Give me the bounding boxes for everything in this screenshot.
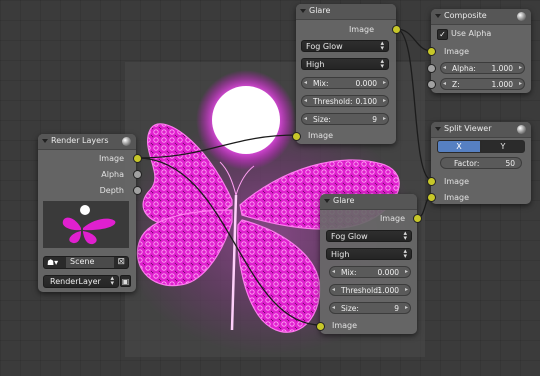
decrement-arrow-icon[interactable]: ◂ [304, 115, 307, 122]
preview-sphere-icon[interactable] [517, 12, 526, 21]
composite-alpha-socket[interactable] [427, 64, 436, 73]
node-title: Glare [333, 196, 355, 205]
updown-arrows-icon: ▴ ▾ [403, 247, 407, 260]
increment-arrow-icon[interactable]: ▸ [405, 286, 408, 293]
updown-arrows-icon: ▴ ▾ [110, 274, 114, 287]
split-image2-socket[interactable] [427, 193, 436, 202]
composite-node-header[interactable]: Composite [431, 9, 531, 25]
size-field[interactable]: ◂ Size: 9 ▸ [301, 113, 389, 125]
node-title: Glare [309, 6, 331, 15]
output-image-label: Image [348, 25, 374, 34]
split-image1-socket[interactable] [427, 177, 436, 186]
collapse-arrow-icon[interactable] [435, 127, 441, 131]
quality-dropdown[interactable]: High ▴ ▾ [326, 248, 412, 260]
split-viewer-node-header[interactable]: Split Viewer [431, 122, 531, 138]
use-alpha-label: Use Alpha [451, 29, 492, 38]
preview-sphere-icon[interactable] [122, 137, 131, 146]
composite-image-socket[interactable] [427, 47, 436, 56]
glare-node-header[interactable]: Glare [296, 4, 396, 20]
glare-node-header[interactable]: Glare [320, 194, 417, 210]
threshold-field[interactable]: ◂ Threshold: 0.100 ▸ [301, 95, 389, 107]
collapse-arrow-icon[interactable] [42, 139, 48, 143]
output-image-socket[interactable] [133, 154, 142, 163]
increment-arrow-icon[interactable]: ▸ [405, 304, 408, 311]
updown-arrows-icon: ▴ ▾ [380, 57, 384, 70]
decrement-arrow-icon[interactable]: ◂ [443, 80, 446, 87]
collapse-arrow-icon[interactable] [324, 199, 330, 203]
input-image-label: Image [308, 131, 334, 140]
split-viewer-node[interactable]: Split Viewer X Y Factor: 50 Image Image [427, 122, 531, 204]
output-depth-socket[interactable] [133, 186, 142, 195]
factor-field[interactable]: Factor: 50 [440, 157, 522, 169]
render-layers-node-header[interactable]: Render Layers [38, 134, 136, 150]
render-layers-node[interactable]: Render Layers Image Alpha Depth ☗▾ Scene… [38, 134, 142, 292]
split-image1-label: Image [444, 177, 470, 186]
render-camera-icon[interactable]: ▣ [120, 275, 131, 287]
scene-icon[interactable]: ☗▾ [47, 258, 58, 267]
preview-sphere-icon[interactable] [517, 125, 526, 134]
input-image-socket[interactable] [292, 132, 301, 141]
node-title: Composite [444, 11, 487, 20]
scene-name-field[interactable]: Scene [66, 257, 114, 268]
split-image2-label: Image [444, 193, 470, 202]
increment-arrow-icon[interactable]: ▸ [383, 97, 386, 104]
output-image-socket[interactable] [392, 25, 401, 34]
node-title: Render Layers [51, 136, 109, 145]
output-image-label: Image [379, 214, 405, 223]
input-image-label: Image [332, 321, 358, 330]
glare-node-top[interactable]: Glare Image Fog Glow ▴ ▾ High ▴ ▾ ◂ Mix: 0… [292, 4, 401, 144]
increment-arrow-icon[interactable]: ▸ [519, 64, 522, 71]
split-axis-x-button[interactable]: X [437, 140, 481, 153]
updown-arrows-icon: ▴ ▾ [380, 39, 384, 52]
threshold-field[interactable]: ◂ Threshold: 1.000 ▸ [329, 284, 411, 296]
alpha-field[interactable]: ◂ Alpha: 1.000 ▸ [440, 62, 525, 74]
node-title: Split Viewer [444, 124, 492, 133]
composite-image-label: Image [444, 47, 470, 56]
render-layer-dropdown[interactable]: RenderLayer ▴ ▾ [43, 275, 119, 288]
glare-node-bottom[interactable]: Glare Image Fog Glow ▴ ▾ High ▴ ▾ ◂ Mix: 0… [316, 194, 422, 334]
decrement-arrow-icon[interactable]: ◂ [304, 97, 307, 104]
size-field[interactable]: ◂ Size: 9 ▸ [329, 302, 411, 314]
glare-type-dropdown[interactable]: Fog Glow ▴ ▾ [326, 230, 412, 242]
node-editor[interactable]: Glare Image Fog Glow ▴ ▾ High ▴ ▾ ◂ Mix: 0… [0, 0, 540, 376]
increment-arrow-icon[interactable]: ▸ [405, 268, 408, 275]
glare-type-dropdown[interactable]: Fog Glow ▴ ▾ [301, 40, 389, 52]
decrement-arrow-icon[interactable]: ◂ [332, 268, 335, 275]
use-alpha-checkbox[interactable]: ✓ [437, 29, 448, 40]
output-image-label: Image [98, 154, 124, 163]
decrement-arrow-icon[interactable]: ◂ [304, 79, 307, 86]
composite-node[interactable]: Composite ✓ Use Alpha Image ◂ Alpha: 1.0… [427, 9, 531, 93]
increment-arrow-icon[interactable]: ▸ [383, 115, 386, 122]
split-axis-y-button[interactable]: Y [481, 140, 525, 153]
output-depth-label: Depth [99, 186, 124, 195]
output-alpha-label: Alpha [101, 170, 124, 179]
mix-field[interactable]: ◂ Mix: 0.000 ▸ [301, 77, 389, 89]
decrement-arrow-icon[interactable]: ◂ [332, 304, 335, 311]
collapse-arrow-icon[interactable] [435, 14, 441, 18]
composite-z-socket[interactable] [427, 80, 436, 89]
collapse-arrow-icon[interactable] [300, 9, 306, 13]
scene-selector[interactable]: ☗▾ Scene ⊠ [43, 256, 129, 269]
output-alpha-socket[interactable] [133, 170, 142, 179]
z-field[interactable]: ◂ Z: 1.000 ▸ [440, 78, 525, 90]
quality-dropdown[interactable]: High ▴ ▾ [301, 58, 389, 70]
decrement-arrow-icon[interactable]: ◂ [443, 64, 446, 71]
increment-arrow-icon[interactable]: ▸ [519, 80, 522, 87]
output-image-socket[interactable] [413, 214, 422, 223]
increment-arrow-icon[interactable]: ▸ [383, 79, 386, 86]
input-image-socket[interactable] [316, 322, 325, 331]
mix-field[interactable]: ◂ Mix: 0.000 ▸ [329, 266, 411, 278]
decrement-arrow-icon[interactable]: ◂ [332, 286, 335, 293]
updown-arrows-icon: ▴ ▾ [403, 229, 407, 242]
close-icon[interactable]: ⊠ [117, 257, 125, 267]
render-preview-thumbnail [43, 201, 129, 248]
